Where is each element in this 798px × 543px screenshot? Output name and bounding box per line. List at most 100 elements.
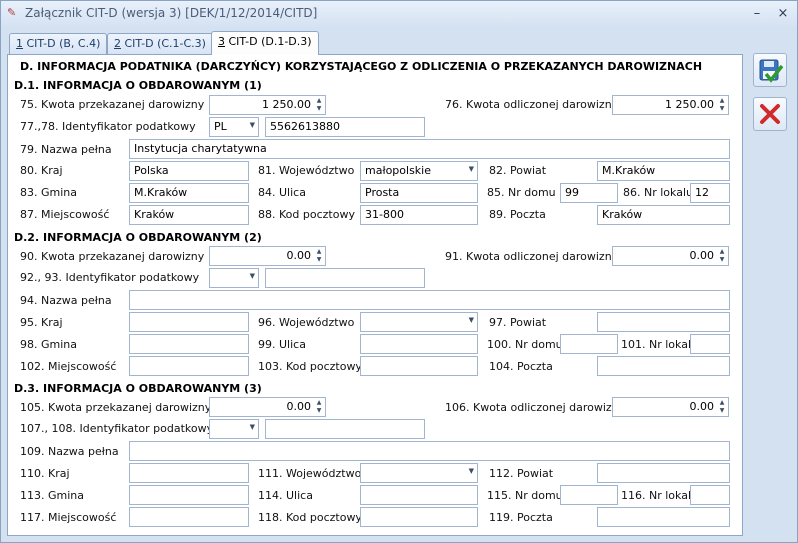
tab-cit-d-c1-c3[interactable]: 2 CIT-D (C.1-C.3) [107,33,213,54]
d1-municipality-input[interactable]: M.Kraków [129,183,249,203]
spin-icon[interactable]: ▲ ▼ [314,399,324,415]
d1-label-79: 79. Nazwa pełna [20,143,112,156]
d3-city-input[interactable] [129,507,249,527]
chevron-down-icon: ▼ [468,165,474,173]
d1-postal-code-input[interactable]: 31-800 [360,205,478,225]
d1-label-88: 88. Kod pocztowy [258,208,355,221]
d2-label-95: 95. Kraj [20,316,63,329]
d3-deducted-amount-input[interactable]: 0.00 ▲ ▼ [612,397,729,417]
d3-header: D.3. INFORMACJA O OBDAROWANYM (3) [14,382,262,395]
spin-icon[interactable]: ▲ ▼ [314,248,324,264]
d3-apartment-number-input[interactable] [690,485,730,505]
d2-label-91: 91. Kwota odliczonej darowizny [445,250,619,263]
d3-label-117: 117. Miejscowość [20,511,117,524]
d3-country-code-select[interactable]: ▼ [209,419,259,439]
d3-donation-amount-input[interactable]: 0.00 ▲ ▼ [209,397,326,417]
d1-country-input[interactable]: Polska [129,161,249,181]
d1-full-name-input[interactable]: Instytucja charytatywna [129,139,730,159]
d3-post-office-input[interactable] [597,507,730,527]
chevron-down-icon: ▼ [468,316,474,324]
d2-municipality-input[interactable] [129,334,249,354]
d2-label-101: 101. Nr lokalu [621,338,698,351]
d3-label-106: 106. Kwota odliczonej darowizny [445,401,626,414]
d2-county-input[interactable] [597,312,730,332]
d3-street-input[interactable] [360,485,478,505]
d2-country-input[interactable] [129,312,249,332]
chevron-down-icon: ▼ [249,272,255,280]
d2-header: D.2. INFORMACJA O OBDAROWANYM (2) [14,231,262,244]
d3-label-118: 118. Kod pocztowy [258,511,362,524]
d3-municipality-input[interactable] [129,485,249,505]
save-button[interactable] [753,53,787,87]
title-bar[interactable]: ✎ Załącznik CIT-D (wersja 3) [DEK/1/12/2… [1,1,797,27]
spin-icon[interactable]: ▲ ▼ [314,97,324,113]
d1-label-84: 84. Ulica [258,186,306,199]
d2-voivodeship-select[interactable]: ▼ [360,312,478,332]
section-title: D. INFORMACJA PODATNIKA (DARCZYŃCY) KORZ… [20,60,703,73]
d2-label-103: 103. Kod pocztowy [258,360,362,373]
d1-deducted-amount-input[interactable]: 1 250.00 ▲ ▼ [612,95,729,115]
d1-label-77: 77.,78. Identyfikator podatkowy [20,120,196,133]
d1-header: D.1. INFORMACJA O OBDAROWANYM (1) [14,79,262,92]
d2-full-name-input[interactable] [129,290,730,310]
d2-label-98: 98. Gmina [20,338,77,351]
d3-county-input[interactable] [597,463,730,483]
d3-postal-code-input[interactable] [360,507,478,527]
d1-label-87: 87. Miejscowość [20,208,110,221]
d2-tax-id-input[interactable] [265,268,425,288]
d2-label-100: 100. Nr domu [487,338,563,351]
d1-county-input[interactable]: M.Kraków [597,161,730,181]
tab-cit-d-d1-d3[interactable]: 3 CIT-D (D.1-D.3) [211,31,319,55]
d2-label-94: 94. Nazwa pełna [20,294,112,307]
save-icon [759,59,784,83]
d1-donation-amount-input[interactable]: 1 250.00 ▲ ▼ [209,95,326,115]
close-button[interactable]: × [773,5,793,23]
d3-label-116: 116. Nr lokalu [621,489,698,502]
d1-label-81: 81. Województwo [258,164,355,177]
d2-apartment-number-input[interactable] [690,334,730,354]
d3-label-112: 112. Powiat [489,467,554,480]
d3-label-113: 113. Gmina [20,489,84,502]
d2-postal-code-input[interactable] [360,356,478,376]
d1-label-80: 80. Kraj [20,164,63,177]
app-icon: ✎ [7,6,17,19]
d1-post-office-input[interactable]: Kraków [597,205,730,225]
d1-label-75: 75. Kwota przekazanej darowizny [20,98,205,111]
tab-cit-d-b-c4[interactable]: 1 CIT-D (B, C.4) [9,33,108,54]
spin-icon[interactable]: ▲ ▼ [717,399,727,415]
d3-tax-id-input[interactable] [265,419,425,439]
d3-label-105: 105. Kwota przekazanej darowizny [20,401,212,414]
d1-house-number-input[interactable]: 99 [560,183,618,203]
spin-icon[interactable]: ▲ ▼ [717,248,727,264]
d3-full-name-input[interactable] [129,441,730,461]
d3-label-109: 109. Nazwa pełna [20,445,119,458]
d1-apartment-number-input[interactable]: 12 [690,183,730,203]
spin-icon[interactable]: ▲ ▼ [717,97,727,113]
d3-voivodeship-select[interactable]: ▼ [360,463,478,483]
d1-label-83: 83. Gmina [20,186,77,199]
d2-street-input[interactable] [360,334,478,354]
d3-house-number-input[interactable] [560,485,618,505]
d2-city-input[interactable] [129,356,249,376]
d1-tax-id-input[interactable]: 5562613880 [265,117,425,137]
cancel-button[interactable] [753,97,787,131]
d2-house-number-input[interactable] [560,334,618,354]
d3-label-114: 114. Ulica [258,489,313,502]
d1-label-82: 82. Powiat [489,164,547,177]
d2-post-office-input[interactable] [597,356,730,376]
d1-country-code-select[interactable]: PL ▼ [209,117,259,137]
chevron-down-icon: ▼ [468,467,474,475]
cancel-icon [760,104,780,124]
d1-city-input[interactable]: Kraków [129,205,249,225]
d2-label-92: 92., 93. Identyfikator podatkowy [20,271,200,284]
d2-label-102: 102. Miejscowość [20,360,117,373]
minimize-button[interactable]: – [747,5,767,23]
d2-deducted-amount-input[interactable]: 0.00 ▲ ▼ [612,246,729,266]
d1-label-85: 85. Nr domu [487,186,556,199]
d1-voivodeship-select[interactable]: małopolskie ▼ [360,161,478,181]
d3-country-input[interactable] [129,463,249,483]
d1-street-input[interactable]: Prosta [360,183,478,203]
d2-country-code-select[interactable]: ▼ [209,268,259,288]
d2-donation-amount-input[interactable]: 0.00 ▲ ▼ [209,246,326,266]
chevron-down-icon: ▼ [249,423,255,431]
